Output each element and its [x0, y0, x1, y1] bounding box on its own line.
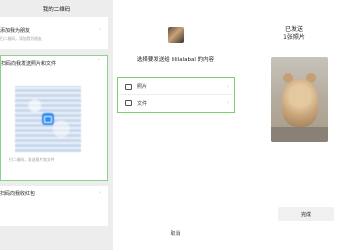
image-icon: [125, 83, 132, 90]
picker-prompt: 选择要发送给 lililalabal 的内容: [136, 57, 215, 63]
chevron-right-icon: ›: [227, 83, 229, 90]
done-button[interactable]: 完成: [278, 207, 334, 221]
chevron-up-icon[interactable]: ˄: [98, 59, 101, 65]
qr-code: [15, 86, 81, 152]
option-photo[interactable]: 照片 ›: [118, 79, 233, 95]
cancel-button[interactable]: 取消: [113, 230, 238, 237]
option-label: 照片: [137, 84, 148, 90]
photo-floor: [271, 127, 328, 142]
card-label: 扫码向我收红包: [0, 191, 36, 197]
qr-logo-icon: [42, 113, 54, 125]
sent-photo: [271, 57, 328, 142]
card-label: 添加我为朋友: [0, 28, 31, 34]
qr-panel: 我的二维码 添加我为朋友 扫二维码，添加我为朋友 › 扫码向我发送照片和文件 ˄…: [0, 0, 113, 250]
option-label: 文件: [137, 100, 148, 107]
sent-count: 1张照片: [283, 34, 305, 41]
chevron-right-icon: ›: [99, 27, 101, 33]
panel-title: 我的二维码: [42, 7, 71, 13]
avatar: [168, 27, 184, 43]
red-packet-card[interactable]: 扫码向我收红包 ›: [0, 186, 108, 226]
sent-label: 已发送: [284, 26, 303, 33]
photo-subject: [282, 79, 318, 127]
add-friend-card[interactable]: 添加我为朋友 扫二维码，添加我为朋友 ›: [0, 17, 108, 49]
sent-confirmation-panel: 已发送 1张照片 完成: [238, 0, 350, 250]
chevron-right-icon: ›: [99, 190, 101, 196]
folder-icon: [125, 100, 132, 106]
option-file[interactable]: 文件 ›: [118, 95, 233, 111]
send-files-card[interactable]: 扫码向我发送照片和文件 ˄ 扫二维码，发送照片和文件: [0, 55, 108, 181]
options-list: 照片 › 文件 ›: [117, 77, 235, 113]
sent-status: 已发送 1张照片: [238, 26, 350, 42]
card-subtitle: 扫二维码，添加我为朋友: [0, 36, 42, 41]
chevron-right-icon: ›: [227, 100, 229, 106]
card-subtitle: 扫二维码，发送照片和文件: [9, 157, 55, 162]
card-label: 扫码向我发送照片和文件: [1, 61, 57, 67]
send-picker-panel: 选择要发送给 lililalabal 的内容 照片 › 文件 › 取消: [113, 0, 238, 250]
